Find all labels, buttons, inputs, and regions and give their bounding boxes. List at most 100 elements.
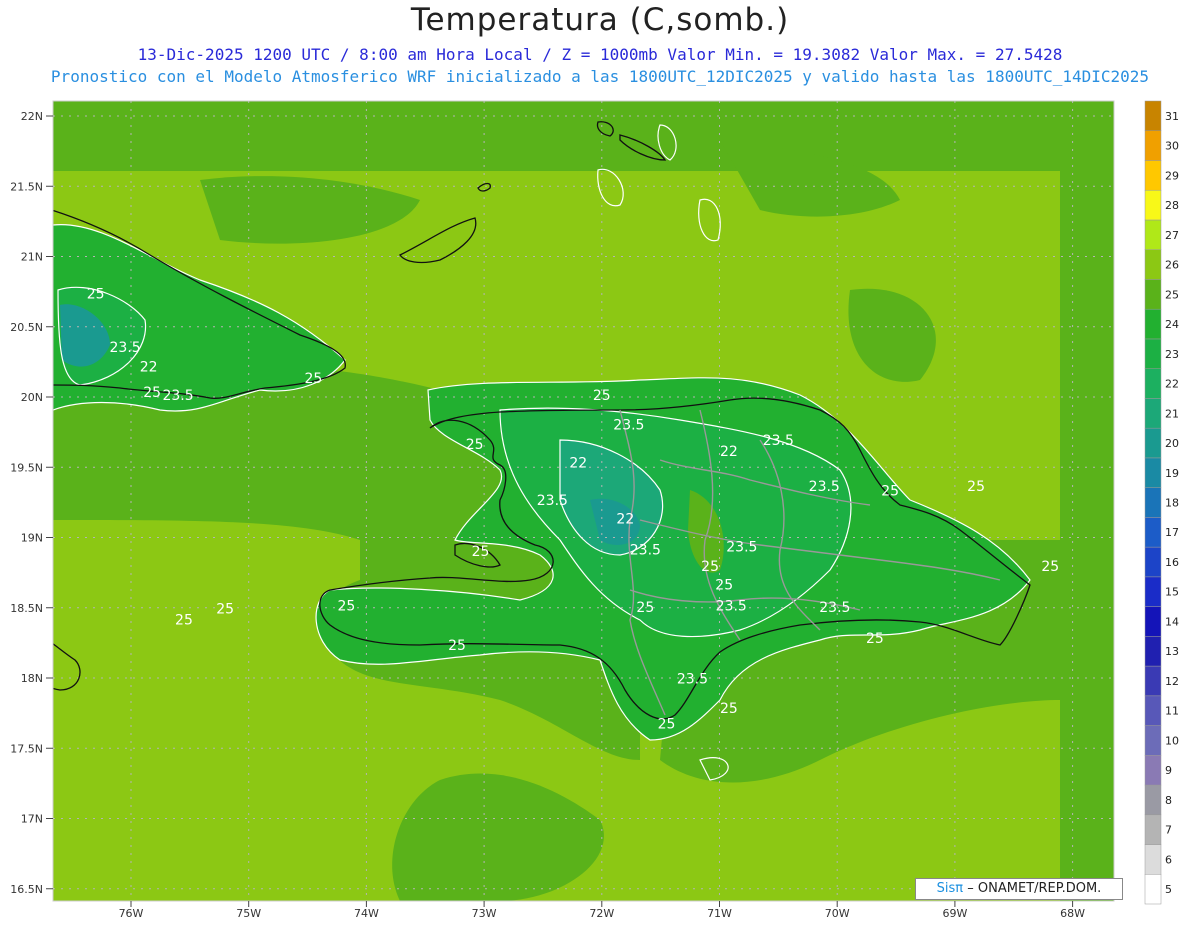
contour-label: 25 bbox=[967, 479, 985, 495]
lat-tick-label: 19N bbox=[21, 532, 43, 545]
contour-label: 22 bbox=[720, 444, 738, 460]
colorbar-label: 19 bbox=[1165, 467, 1179, 480]
colorbar-label: 11 bbox=[1165, 705, 1179, 718]
lat-tick-label: 20N bbox=[21, 391, 43, 404]
colorbar-label: 15 bbox=[1165, 586, 1179, 599]
contour-label: 25 bbox=[1041, 559, 1059, 575]
lon-tick-label: 73W bbox=[472, 907, 497, 920]
contour-label: 22 bbox=[140, 360, 158, 376]
contour-label: 25 bbox=[466, 437, 484, 453]
colorbar-swatch bbox=[1144, 814, 1162, 845]
colorbar-label: 8 bbox=[1165, 794, 1172, 807]
colorbar-swatch bbox=[1144, 338, 1162, 369]
colorbar-swatch bbox=[1144, 546, 1162, 578]
lat-tick-label: 21N bbox=[21, 251, 43, 264]
contour-label: 25 bbox=[701, 559, 719, 575]
lon-tick-label: 71W bbox=[707, 907, 732, 920]
colorbar-label: 22 bbox=[1165, 378, 1179, 391]
colorbar-swatch bbox=[1144, 874, 1162, 905]
colorbar: 5 6 7 8 9 10 11 12 13 14 15 16 17 18 19 20 21 22 23 24 25 26 2… bbox=[1144, 100, 1179, 905]
lon-tick-label: 68W bbox=[1060, 907, 1085, 920]
colorbar-swatch bbox=[1144, 844, 1162, 875]
colorbar-label: 5 bbox=[1165, 883, 1172, 896]
colorbar-label: 27 bbox=[1165, 229, 1179, 242]
colorbar-swatch bbox=[1144, 665, 1162, 697]
contour-label: 23.5 bbox=[613, 417, 644, 433]
contour-label: 23.5 bbox=[809, 479, 840, 495]
lon-tick-label: 69W bbox=[942, 907, 967, 920]
contour-label: 23.5 bbox=[819, 600, 850, 616]
colorbar-swatch bbox=[1144, 398, 1162, 429]
contour-label: 23.5 bbox=[763, 433, 794, 449]
colorbar-label: 28 bbox=[1165, 199, 1179, 212]
lon-tick-label: 76W bbox=[119, 907, 144, 920]
lat-tick-label: 20.5N bbox=[10, 321, 43, 334]
colorbar-swatch bbox=[1144, 189, 1162, 221]
contour-label: 25 bbox=[472, 544, 490, 560]
colorbar-swatch bbox=[1144, 755, 1162, 786]
contour-label: 25 bbox=[216, 601, 234, 617]
colorbar-swatch bbox=[1144, 725, 1162, 756]
lat-tick-label: 18N bbox=[21, 672, 43, 685]
colorbar-swatch bbox=[1144, 517, 1162, 548]
lat-tick-label: 22N bbox=[21, 110, 43, 123]
colorbar-swatch bbox=[1144, 695, 1162, 726]
colorbar-label: 17 bbox=[1165, 526, 1179, 539]
colorbar-label: 30 bbox=[1165, 140, 1179, 153]
colorbar-swatch bbox=[1144, 100, 1162, 131]
colorbar-swatch bbox=[1144, 130, 1162, 161]
colorbar-label: 23 bbox=[1165, 348, 1179, 361]
colorbar-swatch bbox=[1144, 606, 1162, 637]
latitude-axis: 22N 21.5N 21N 20.5N 20N 19.5N 19N 18.5N 18N 17.5N… bbox=[10, 110, 53, 896]
lon-tick-label: 74W bbox=[354, 907, 379, 920]
colorbar-swatch bbox=[1144, 784, 1162, 816]
colorbar-swatch bbox=[1144, 427, 1162, 459]
contour-label: 25 bbox=[87, 287, 105, 303]
colorbar-label: 12 bbox=[1165, 675, 1179, 688]
contour-label: 25 bbox=[866, 631, 884, 647]
colorbar-label: 14 bbox=[1165, 615, 1179, 628]
contour-label: 25 bbox=[715, 577, 733, 593]
colorbar-swatch bbox=[1144, 279, 1162, 310]
contour-label: 22 bbox=[616, 511, 634, 527]
lon-tick-label: 72W bbox=[589, 907, 614, 920]
colorbar-label: 26 bbox=[1165, 259, 1179, 272]
colorbar-label: 25 bbox=[1165, 288, 1179, 301]
colorbar-swatch bbox=[1144, 308, 1162, 340]
contour-label: 25 bbox=[305, 371, 323, 387]
colorbar-label: 21 bbox=[1165, 407, 1179, 420]
colorbar-label: 20 bbox=[1165, 437, 1179, 450]
colorbar-label: 7 bbox=[1165, 824, 1172, 837]
lat-tick-label: 19.5N bbox=[10, 461, 43, 474]
colorbar-label: 6 bbox=[1165, 853, 1172, 866]
colorbar-label: 29 bbox=[1165, 169, 1179, 182]
lat-tick-label: 21.5N bbox=[10, 180, 43, 193]
colorbar-swatch bbox=[1144, 636, 1162, 667]
contour-label: 23.5 bbox=[110, 340, 141, 356]
contour-label: 25 bbox=[175, 613, 193, 629]
contour-label: 25 bbox=[658, 717, 676, 733]
colorbar-swatch bbox=[1144, 457, 1162, 488]
contour-label: 23.5 bbox=[537, 493, 568, 509]
contour-label: 22 bbox=[569, 455, 587, 471]
lat-tick-label: 16.5N bbox=[10, 883, 43, 896]
contour-label: 23.5 bbox=[726, 540, 757, 556]
colorbar-swatch bbox=[1144, 219, 1162, 250]
credit-box: Sisπ – ONAMET/REP.DOM. bbox=[915, 878, 1123, 900]
contour-label: 23.5 bbox=[162, 388, 193, 404]
colorbar-swatch bbox=[1144, 249, 1162, 280]
lat-tick-label: 18.5N bbox=[10, 602, 43, 615]
contour-label: 25 bbox=[143, 385, 161, 401]
colorbar-swatch bbox=[1144, 487, 1162, 518]
lon-tick-label: 70W bbox=[825, 907, 850, 920]
contour-label: 23.5 bbox=[716, 599, 747, 615]
contour-label: 25 bbox=[881, 483, 899, 499]
colorbar-label: 31 bbox=[1165, 110, 1179, 123]
colorbar-label: 24 bbox=[1165, 318, 1179, 331]
colorbar-swatch bbox=[1144, 576, 1162, 607]
colorbar-swatch bbox=[1144, 368, 1162, 399]
colorbar-label: 16 bbox=[1165, 556, 1179, 569]
colorbar-label: 10 bbox=[1165, 734, 1179, 747]
lat-tick-label: 17.5N bbox=[10, 742, 43, 755]
lat-tick-label: 17N bbox=[21, 813, 43, 826]
